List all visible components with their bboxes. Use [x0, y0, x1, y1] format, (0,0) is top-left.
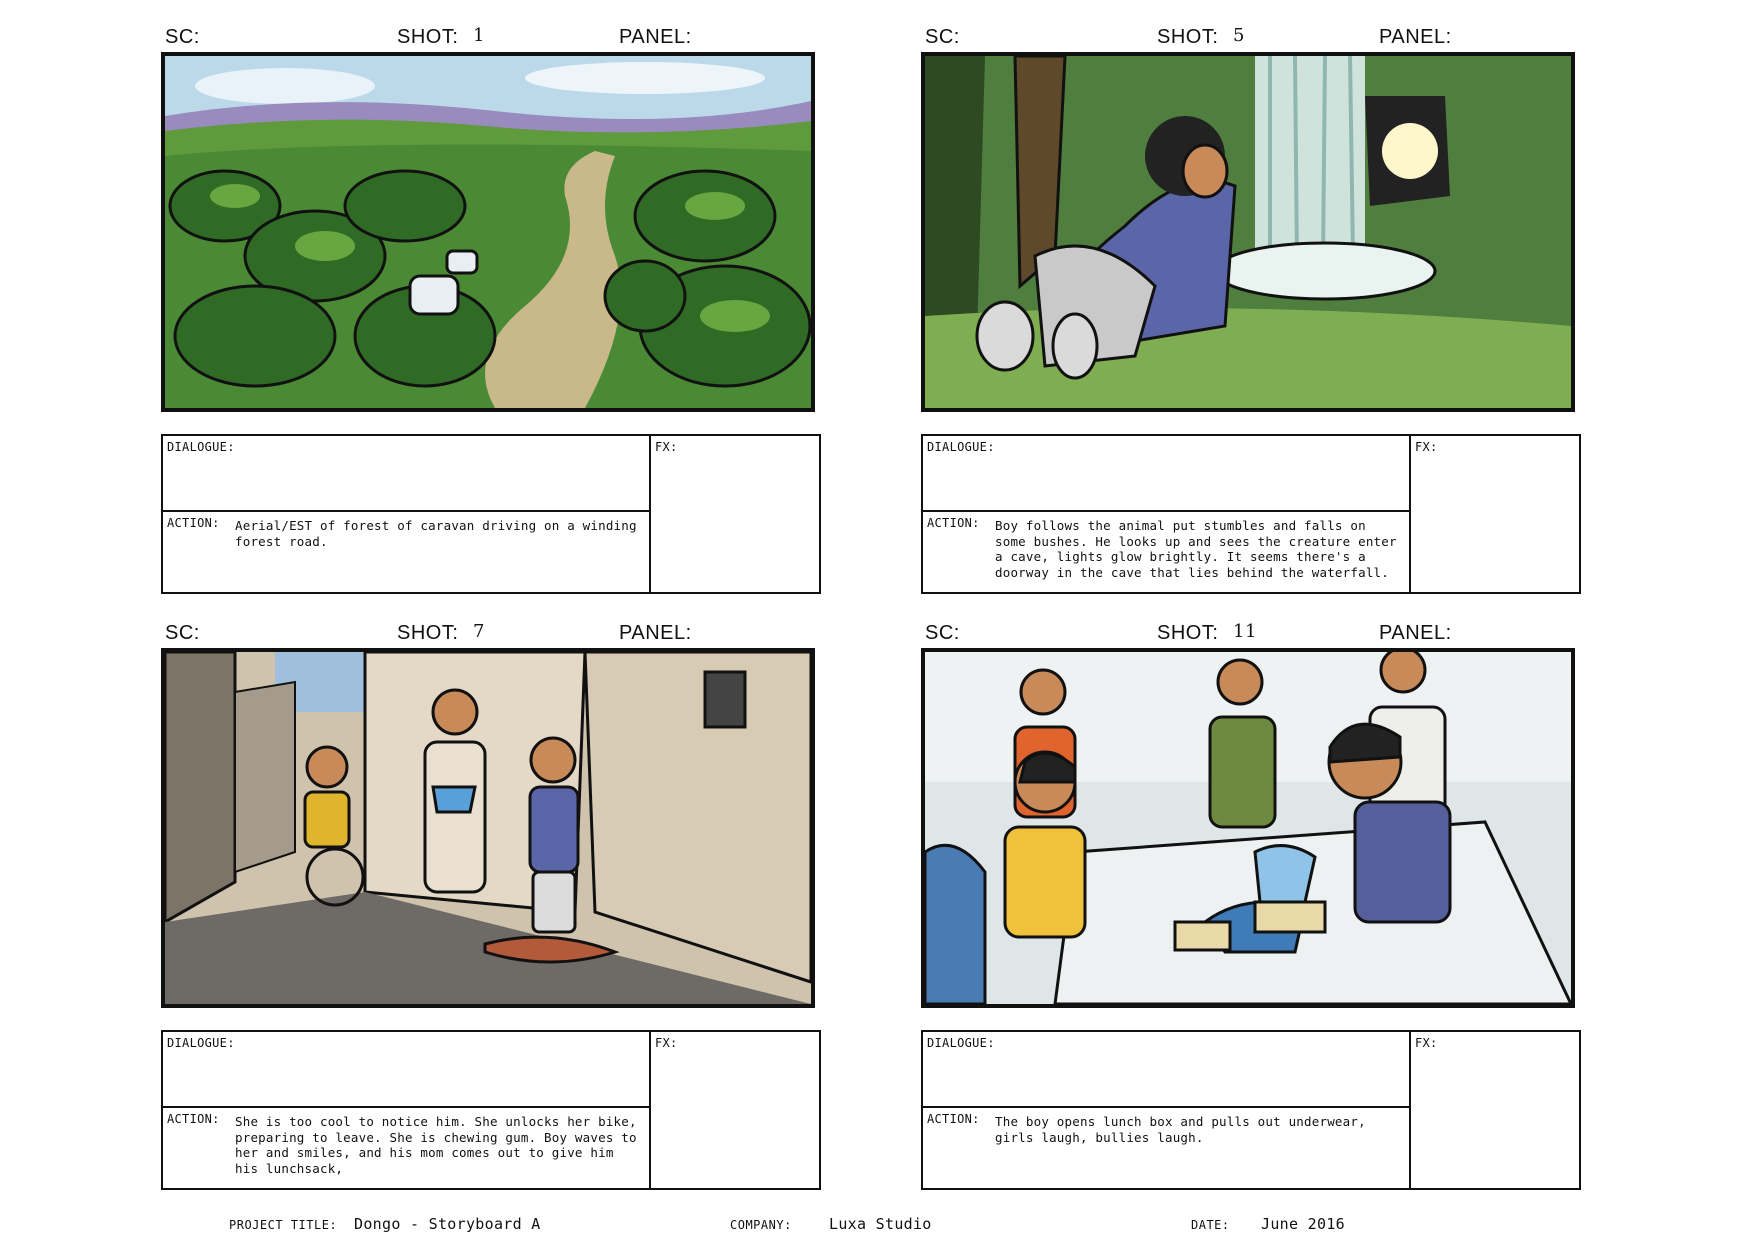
notes-box: DIALOGUE: ACTION: Boy follows the animal… — [921, 434, 1581, 594]
shot-header: SC: SHOT: 11 PANEL: — [921, 618, 1581, 648]
fx-label: FX: — [655, 1036, 678, 1050]
sc-label: SC: — [165, 622, 200, 644]
company-label: COMPANY: — [730, 1218, 792, 1232]
shot-label: SHOT: — [1157, 622, 1219, 644]
fx-field: FX: — [651, 1032, 819, 1188]
action-text: She is too cool to notice him. She unloc… — [235, 1114, 637, 1176]
dialogue-field: DIALOGUE: — [923, 436, 1411, 512]
dialogue-field: DIALOGUE: — [163, 1032, 651, 1108]
fx-field: FX: — [1411, 1032, 1579, 1188]
fx-label: FX: — [1415, 440, 1438, 454]
notes-box: DIALOGUE: ACTION: Aerial/EST of forest o… — [161, 434, 821, 594]
dialogue-label: DIALOGUE: — [167, 1036, 235, 1050]
shot-block-11: SC: SHOT: 11 PANEL: DIALOGUE: ACTION: Th… — [921, 618, 1581, 1198]
shot-label: SHOT: — [397, 622, 459, 644]
action-label: ACTION: — [167, 1112, 220, 1126]
date-value: June 2016 — [1261, 1215, 1345, 1233]
fx-field: FX: — [651, 436, 819, 592]
shot-number: 5 — [1233, 25, 1245, 46]
shot-number: 1 — [473, 25, 485, 46]
girl-on-bike-street-illustration — [161, 648, 815, 1008]
panel-label: PANEL: — [1379, 26, 1452, 48]
shot-number: 7 — [473, 621, 485, 642]
shot-block-5: SC: SHOT: 5 PANEL: DIALOGUE: ACTION: Boy… — [921, 22, 1581, 602]
action-text: Aerial/EST of forest of caravan driving … — [235, 518, 637, 549]
project-title-label: PROJECT TITLE: — [229, 1218, 338, 1232]
sc-label: SC: — [925, 26, 960, 48]
panel-label: PANEL: — [619, 622, 692, 644]
dialogue-label: DIALOGUE: — [927, 1036, 995, 1050]
notes-box: DIALOGUE: ACTION: The boy opens lunch bo… — [921, 1030, 1581, 1190]
project-title-value: Dongo - Storyboard A — [354, 1215, 541, 1233]
shot-label: SHOT: — [1157, 26, 1219, 48]
action-label: ACTION: — [927, 1112, 980, 1126]
shot-block-7: SC: SHOT: 7 PANEL: DIALOGUE: ACTION: She… — [161, 618, 821, 1198]
company-value: Luxa Studio — [829, 1215, 932, 1233]
lunch-table-bullies-illustration — [921, 648, 1575, 1008]
dialogue-label: DIALOGUE: — [167, 440, 235, 454]
sheet-footer: PROJECT TITLE: Dongo - Storyboard A COMP… — [0, 1215, 1754, 1239]
action-field: ACTION: Aerial/EST of forest of caravan … — [163, 512, 651, 594]
dialogue-label: DIALOGUE: — [927, 440, 995, 454]
shot-header: SC: SHOT: 5 PANEL: — [921, 22, 1581, 52]
action-text: Boy follows the animal put stumbles and … — [995, 518, 1397, 580]
action-field: ACTION: Boy follows the animal put stumb… — [923, 512, 1411, 594]
panel-label: PANEL: — [619, 26, 692, 48]
storyboard-sheet: SC: SHOT: 1 PANEL: DIALOGUE: ACTION: Aer… — [0, 0, 1754, 1240]
panel-label: PANEL: — [1379, 622, 1452, 644]
action-field: ACTION: She is too cool to notice him. S… — [163, 1108, 651, 1190]
fx-label: FX: — [1415, 1036, 1438, 1050]
dialogue-field: DIALOGUE: — [923, 1032, 1411, 1108]
sc-label: SC: — [165, 26, 200, 48]
boy-at-waterfall-cave-illustration — [921, 52, 1575, 412]
shot-header: SC: SHOT: 7 PANEL: — [161, 618, 821, 648]
shot-number: 11 — [1233, 621, 1257, 642]
action-label: ACTION: — [927, 516, 980, 530]
action-text: The boy opens lunch box and pulls out un… — [995, 1114, 1366, 1145]
fx-label: FX: — [655, 440, 678, 454]
action-label: ACTION: — [167, 516, 220, 530]
forest-caravan-road-illustration — [161, 52, 815, 412]
shot-header: SC: SHOT: 1 PANEL: — [161, 22, 821, 52]
shot-label: SHOT: — [397, 26, 459, 48]
dialogue-field: DIALOGUE: — [163, 436, 651, 512]
date-label: DATE: — [1191, 1218, 1230, 1232]
notes-box: DIALOGUE: ACTION: She is too cool to not… — [161, 1030, 821, 1190]
sc-label: SC: — [925, 622, 960, 644]
action-field: ACTION: The boy opens lunch box and pull… — [923, 1108, 1411, 1190]
fx-field: FX: — [1411, 436, 1579, 592]
shot-block-1: SC: SHOT: 1 PANEL: DIALOGUE: ACTION: Aer… — [161, 22, 821, 602]
